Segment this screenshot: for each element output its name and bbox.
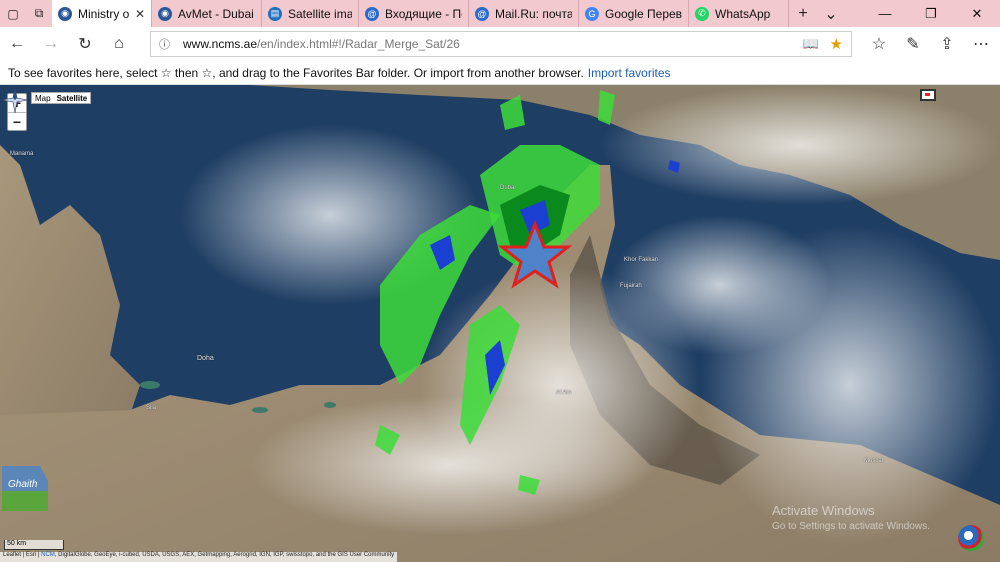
place-label: Khor Fakkan	[624, 257, 659, 263]
scale-bar: 50 km	[4, 540, 64, 550]
tab-label: Mail.Ru: почта, п	[495, 6, 572, 21]
tab-label: Входящие - Поч	[385, 6, 462, 21]
tab-label: Satellite images	[288, 6, 352, 21]
tab-label: AvMet - Dubai A	[178, 6, 255, 21]
url-host: www.ncms.ae	[183, 37, 258, 51]
chevron-down-icon[interactable]: ⌄	[817, 0, 845, 27]
browser-tab[interactable]: ▤ Satellite images	[262, 0, 359, 27]
place-label: Fujairah	[620, 283, 642, 289]
satellite-basemap	[0, 85, 1000, 562]
place-label: Manama	[10, 151, 34, 157]
back-arrow-icon[interactable]: ←	[0, 27, 34, 61]
layer-satellite-option[interactable]: Satellite	[54, 93, 91, 103]
tab-actions-icon[interactable]: ▢	[0, 0, 26, 27]
at-mail-icon: @	[475, 6, 489, 21]
place-label: Muscat	[864, 458, 884, 464]
browser-tab[interactable]: ✆ WhatsApp	[689, 0, 789, 27]
browser-tab[interactable]: @ Входящие - Поч	[359, 0, 469, 27]
windows-activation-watermark: Activate Windows Go to Settings to activ…	[772, 503, 930, 535]
more-options-icon[interactable]: ⋯	[964, 27, 998, 61]
info-icon[interactable]: ⓘ	[159, 36, 173, 52]
place-label: Al Ain	[556, 390, 572, 396]
compass-icon	[1, 86, 29, 114]
address-bar[interactable]: ⓘ www.ncms.ae/en/index.html#!/Radar_Merg…	[150, 31, 852, 57]
favorites-hub-icon[interactable]: ☆	[862, 27, 896, 61]
ghaith-logo[interactable]: Ghaith	[0, 461, 50, 516]
place-label: Doha	[197, 355, 214, 362]
watermark-line1: Activate Windows	[772, 503, 875, 518]
whatsapp-icon: ✆	[695, 6, 709, 21]
globe-icon: ◉	[58, 6, 72, 21]
home-icon[interactable]: ⌂	[102, 27, 136, 61]
place-label: Sila	[146, 405, 157, 411]
browser-tab[interactable]: ◉ AvMet - Dubai A	[152, 0, 262, 27]
tab-bar: ▢ ⧉ ◉ Ministry of P ✕ ◉ AvMet - Dubai A ▤ Sate…	[0, 0, 1000, 27]
favorite-star-icon[interactable]: ★	[830, 35, 843, 53]
attribution-rest: , DigitalGlobe, GeoEye, i-cubed, USDA, U…	[54, 552, 395, 558]
close-tab-icon[interactable]: ✕	[135, 7, 145, 21]
attribution-ncm-link[interactable]: NCM	[41, 552, 55, 558]
fullscreen-icon[interactable]	[920, 89, 936, 101]
refresh-icon[interactable]: ↻	[68, 27, 102, 61]
favorites-bar: To see favorites here, select ☆ then ☆, …	[0, 61, 1000, 85]
share-icon[interactable]: ⇪	[930, 27, 964, 61]
map-attribution: Leaflet | Esri | NCM, DigitalGlobe, GeoE…	[0, 552, 398, 562]
favorites-hint-text: To see favorites here, select ☆ then ☆, …	[8, 65, 584, 80]
url-path: /en/index.html#!/Radar_Merge_Sat/26	[257, 37, 460, 51]
tab-label: WhatsApp	[715, 6, 771, 21]
layer-map-option[interactable]: Map	[32, 93, 54, 103]
at-mail-icon: @	[365, 6, 379, 21]
globe-icon: ◉	[158, 6, 172, 21]
minimize-button[interactable]: —	[862, 0, 908, 27]
attribution-prefix[interactable]: Leaflet | Esri |	[3, 552, 39, 558]
browser-tab[interactable]: ◉ Ministry of P ✕	[52, 0, 152, 27]
tab-label: Ministry of P	[78, 6, 129, 21]
reading-view-icon[interactable]: 📖	[803, 36, 819, 52]
navigation-bar: ← → ↻ ⌂ ⓘ www.ncms.ae/en/index.html#!/Ra…	[0, 27, 1000, 61]
radar-map[interactable]: + − Map Satellite Manama Doha Khor Fakka…	[0, 85, 1000, 562]
browser-tab[interactable]: G Google Перевод	[579, 0, 689, 27]
ghaith-label: Ghaith	[8, 479, 38, 490]
browser-tab[interactable]: @ Mail.Ru: почта, п	[469, 0, 579, 27]
translate-icon: G	[585, 6, 599, 21]
new-tab-button[interactable]: +	[789, 0, 817, 27]
tab-label: Google Перевод	[605, 6, 682, 21]
restore-button[interactable]: ❐	[908, 0, 954, 27]
close-window-button[interactable]: ✕	[954, 0, 1000, 27]
forward-arrow-icon[interactable]: →	[34, 27, 68, 61]
watermark-line2: Go to Settings to activate Windows.	[772, 521, 930, 532]
set-aside-tabs-icon[interactable]: ⧉	[26, 0, 52, 27]
pen-icon[interactable]: ✎	[896, 27, 930, 61]
import-favorites-link[interactable]: Import favorites	[588, 66, 671, 80]
place-label: Dubai	[500, 185, 516, 191]
layer-switcher: Map Satellite	[31, 92, 92, 104]
ncms-logo	[958, 525, 984, 551]
page-icon: ▤	[268, 6, 282, 21]
